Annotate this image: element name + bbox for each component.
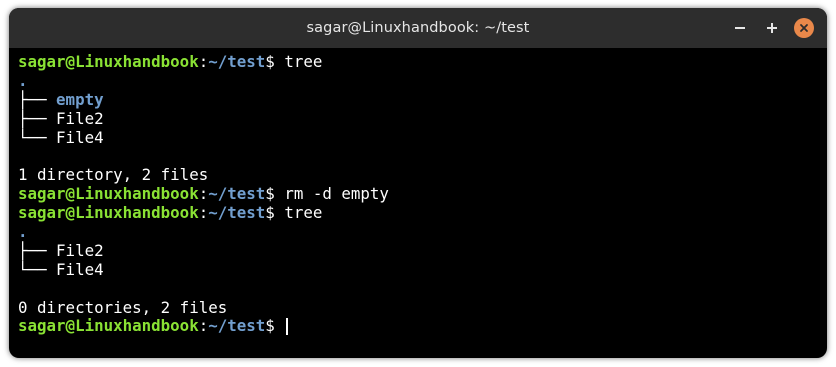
window-controls xyxy=(729,17,815,39)
tree-entry: ├── File2 xyxy=(18,108,827,129)
minimize-icon xyxy=(735,27,745,29)
file-name: File4 xyxy=(56,259,104,279)
minimize-button[interactable] xyxy=(729,17,751,39)
output-text: 0 directories, 2 files xyxy=(18,297,228,317)
terminal-output[interactable]: sagar@Linuxhandbook: ~/test $ tree. ├── emp… xyxy=(18,52,827,358)
maximize-button[interactable] xyxy=(761,17,783,39)
window-title: sagar@Linuxhandbook: ~/test xyxy=(306,20,530,36)
prompt-line: sagar@Linuxhandbook: ~/test $ xyxy=(18,317,827,336)
maximize-icon xyxy=(767,23,777,33)
tree-branch: ├── xyxy=(18,108,57,128)
command-text: tree xyxy=(274,203,323,223)
command-text xyxy=(275,317,285,336)
prompt-path: ~/test xyxy=(208,184,266,204)
output-line: 0 directories, 2 files xyxy=(18,297,827,318)
directory-name: empty xyxy=(56,89,104,109)
tree-entry: └── File4 xyxy=(18,127,827,148)
close-icon xyxy=(800,24,808,32)
terminal-window: sagar@Linuxhandbook: ~/test sagar@Linuxh… xyxy=(9,8,827,358)
tree-branch: ├── xyxy=(18,89,57,109)
prompt-user-host: sagar@Linuxhandbook xyxy=(18,316,199,336)
prompt-separator: : xyxy=(198,52,209,71)
file-name: File2 xyxy=(56,240,104,260)
tree-branch: ├── xyxy=(18,240,57,260)
prompt-path: ~/test xyxy=(208,316,266,336)
prompt-user-host: sagar@Linuxhandbook xyxy=(18,203,199,223)
tree-entry: └── File4 xyxy=(18,259,827,280)
prompt-line: sagar@Linuxhandbook: ~/test $ tree xyxy=(18,203,827,223)
prompt-symbol: $ xyxy=(265,184,275,204)
file-name: File2 xyxy=(56,108,104,128)
prompt-path: ~/test xyxy=(208,203,266,223)
prompt-symbol: $ xyxy=(265,52,275,71)
output-line: . xyxy=(18,222,827,242)
command-text: tree xyxy=(274,52,323,71)
output-text: . xyxy=(18,222,28,242)
title-bar[interactable]: sagar@Linuxhandbook: ~/test xyxy=(9,8,827,48)
tree-entry: ├── empty xyxy=(18,89,827,110)
prompt-symbol: $ xyxy=(265,316,275,336)
text-cursor xyxy=(286,318,288,336)
output-text: . xyxy=(18,70,28,90)
tree-branch: └── xyxy=(18,259,57,279)
prompt-user-host: sagar@Linuxhandbook xyxy=(18,184,199,204)
prompt-separator: : xyxy=(198,316,209,336)
output-line: . xyxy=(18,70,827,91)
tree-entry: ├── File2 xyxy=(18,240,827,261)
prompt-line: sagar@Linuxhandbook: ~/test $ tree xyxy=(18,52,827,72)
tree-branch: └── xyxy=(18,127,57,147)
close-button[interactable] xyxy=(793,17,815,39)
output-line: 1 directory, 2 files xyxy=(18,165,827,185)
file-name: File4 xyxy=(56,127,104,147)
prompt-symbol: $ xyxy=(265,203,275,223)
prompt-separator: : xyxy=(198,203,209,223)
output-text: 1 directory, 2 files xyxy=(18,165,209,185)
command-text: rm -d empty xyxy=(274,184,389,204)
prompt-line: sagar@Linuxhandbook: ~/test $ rm -d empty xyxy=(18,184,827,204)
prompt-path: ~/test xyxy=(208,52,266,71)
prompt-user-host: sagar@Linuxhandbook xyxy=(18,52,199,71)
prompt-separator: : xyxy=(198,184,209,204)
